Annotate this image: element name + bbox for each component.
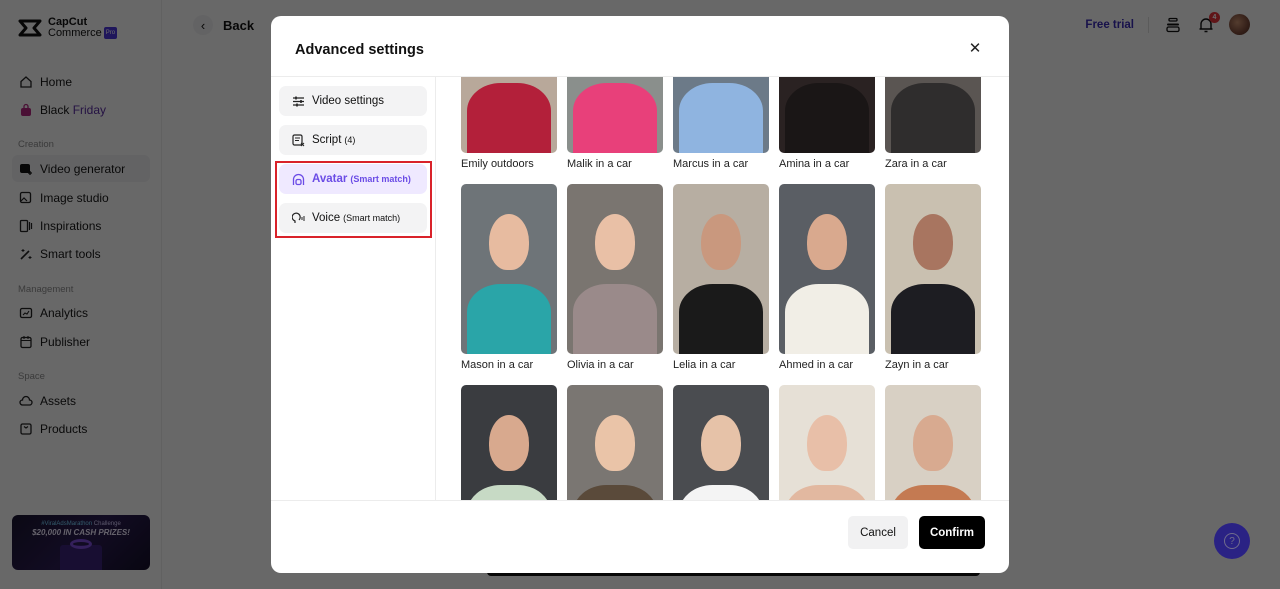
avatar-name: Amina in a car [779,158,850,170]
avatar-card[interactable]: Malik in a car [567,77,663,170]
avatar-thumbnail[interactable] [673,385,769,500]
avatar-card[interactable]: Mason in a car [461,184,557,371]
help-button[interactable]: ? [1214,523,1250,559]
tab-script[interactable]: Script (4) [279,125,427,155]
thumbnail-figure-body [467,284,551,354]
avatar-name: Emily outdoors [461,158,534,170]
thumbnail-figure-head [701,415,741,471]
avatar-card[interactable] [461,385,557,500]
avatar-thumbnail[interactable] [885,184,981,354]
thumbnail-figure-body [891,83,975,153]
thumbnail-figure-body [891,284,975,354]
advanced-settings-modal: Advanced settings ✕ Video settings Scrip… [271,16,1009,573]
avatar-thumbnail[interactable] [673,77,769,153]
avatar-card[interactable] [673,385,769,500]
thumbnail-figure-head [595,415,635,471]
avatar-name: Ahmed in a car [779,359,853,371]
avatar-name: Mason in a car [461,359,534,371]
avatar-name: Marcus in a car [673,158,749,170]
avatar-card[interactable] [885,385,981,500]
avatar-thumbnail[interactable] [779,385,875,500]
avatar-thumbnail[interactable] [885,77,981,153]
avatar-thumbnail[interactable] [461,184,557,354]
thumbnail-figure-body [573,284,657,354]
confirm-button[interactable]: Confirm [919,516,985,549]
avatar-card[interactable]: Amina in a car [779,77,875,170]
thumbnail-figure-head [489,415,529,471]
highlight-annotation [275,161,432,238]
avatar-card[interactable]: Zara in a car [885,77,981,170]
thumbnail-figure-body [467,83,551,153]
avatar-card[interactable] [779,385,875,500]
close-icon: ✕ [968,40,982,57]
avatar-card[interactable]: Ahmed in a car [779,184,875,371]
avatar-thumbnail[interactable] [567,385,663,500]
avatar-thumbnail[interactable] [779,77,875,153]
avatar-card[interactable]: Marcus in a car [673,77,769,170]
tab-label: Video settings [312,95,385,107]
tab-suffix: (4) [344,135,356,145]
avatar-thumbnail[interactable] [461,385,557,500]
modal-title: Advanced settings [295,42,424,58]
thumbnail-figure-body [679,83,763,153]
avatar-name: Malik in a car [567,158,632,170]
avatar-name: Lelia in a car [673,359,736,371]
thumbnail-figure-body [679,284,763,354]
thumbnail-figure-body [785,83,869,153]
question-icon: ? [1224,533,1240,549]
cancel-button[interactable]: Cancel [848,516,908,549]
thumbnail-figure-body [573,83,657,153]
avatar-card[interactable]: Olivia in a car [567,184,663,371]
settings-tab-list: Video settings Script (4) Avatar (Smart ma… [271,77,436,500]
avatar-thumbnail[interactable] [567,184,663,354]
avatar-name: Zara in a car [885,158,947,170]
avatar-card[interactable]: Emily outdoors [461,77,557,170]
avatar-thumbnail[interactable] [461,77,557,153]
footer-divider [271,500,1009,501]
thumbnail-figure-head [913,214,953,270]
avatar-grid: Emily outdoors Malik in a car Marcus in a … [437,77,1009,500]
avatar-name: Zayn in a car [885,359,949,371]
thumbnail-figure-head [913,415,953,471]
thumbnail-figure-head [807,415,847,471]
avatar-card[interactable] [567,385,663,500]
script-icon [291,133,305,147]
sliders-icon [291,94,305,108]
thumbnail-figure-head [595,214,635,270]
tab-label: Script [312,134,342,146]
avatar-thumbnail[interactable] [567,77,663,153]
avatar-thumbnail[interactable] [673,184,769,354]
avatar-thumbnail[interactable] [779,184,875,354]
avatar-name: Olivia in a car [567,359,634,371]
thumbnail-figure-head [489,214,529,270]
close-button[interactable]: ✕ [967,40,983,57]
avatar-card[interactable]: Zayn in a car [885,184,981,371]
avatar-thumbnail[interactable] [885,385,981,500]
thumbnail-figure-body [785,284,869,354]
tab-video-settings[interactable]: Video settings [279,86,427,116]
thumbnail-figure-head [701,214,741,270]
avatar-card[interactable]: Lelia in a car [673,184,769,371]
thumbnail-figure-head [807,214,847,270]
